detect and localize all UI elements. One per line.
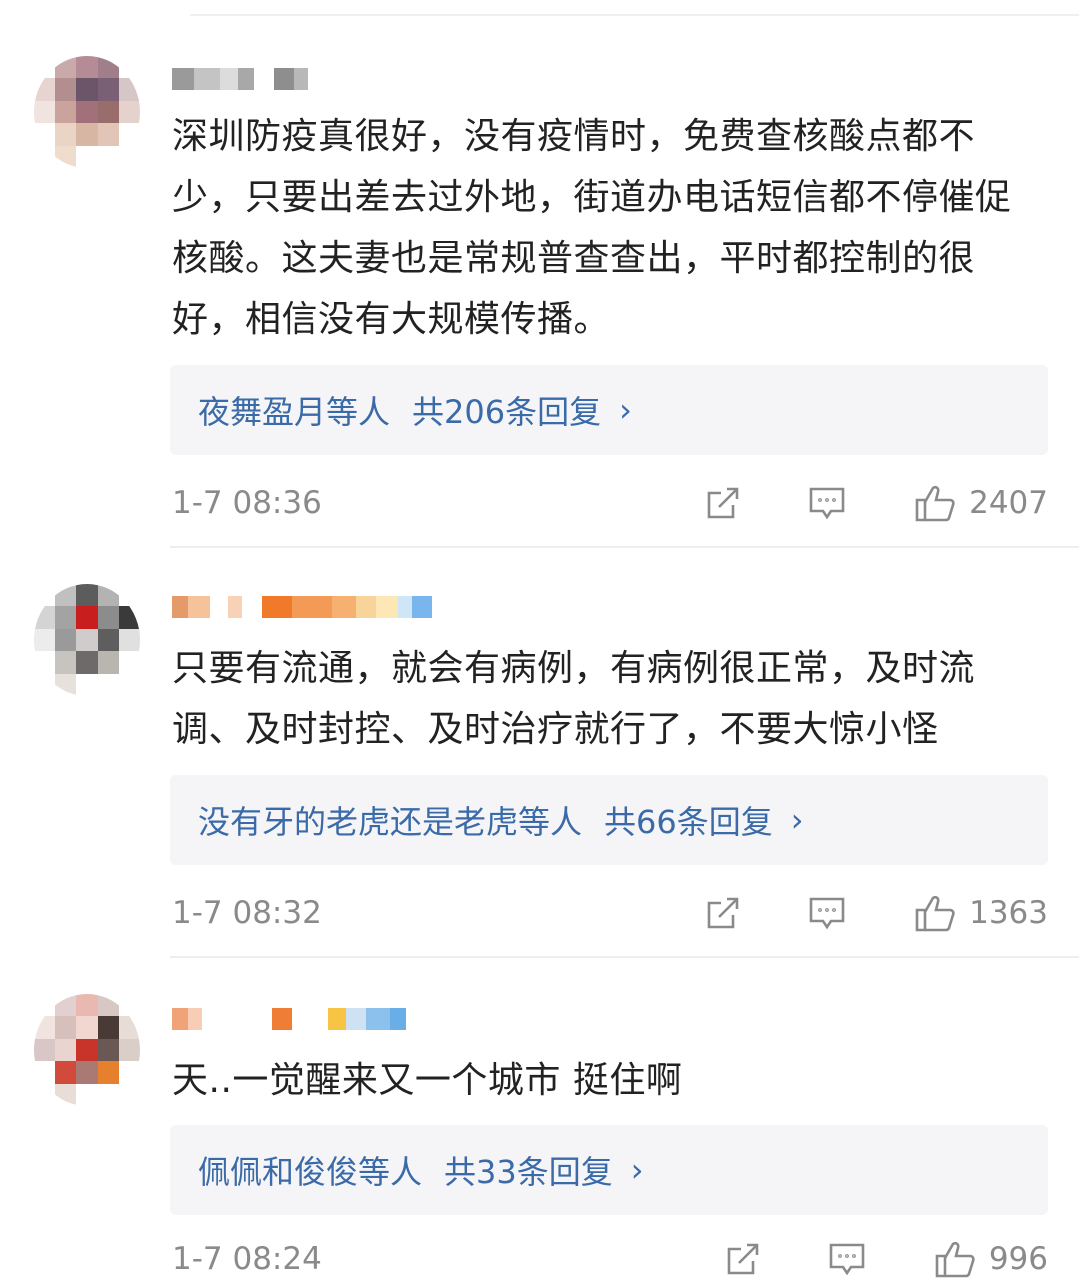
comment-meta: 1-7 08:24 996: [172, 1234, 1048, 1284]
reply-summary[interactable]: 佩佩和俊俊等人 共33条回复 ›: [170, 1125, 1048, 1215]
avatar[interactable]: [34, 56, 140, 168]
like-icon[interactable]: [933, 1238, 977, 1280]
comment-icon[interactable]: [807, 483, 847, 523]
chevron-right-icon: ›: [630, 1151, 644, 1189]
divider: [170, 956, 1079, 958]
reply-users[interactable]: 夜舞盈月等人: [198, 387, 390, 433]
divider: [170, 546, 1079, 548]
timestamp: 1-7 08:36: [172, 485, 322, 521]
like-count: 1363: [969, 895, 1048, 931]
comment-icon[interactable]: [807, 893, 847, 933]
reply-users[interactable]: 佩佩和俊俊等人: [198, 1147, 422, 1193]
comment-text: 天..一觉醒来又一个城市 挺住啊: [172, 1060, 683, 1101]
like-count: 996: [988, 1241, 1048, 1277]
reply-count[interactable]: 共33条回复: [444, 1147, 613, 1193]
comment-meta: 1-7 08:36 2407: [172, 478, 1048, 528]
username-redacted[interactable]: [172, 592, 432, 622]
avatar[interactable]: [34, 994, 140, 1106]
comment-text: 深圳防疫真很好，没有疫情时，免费查核酸点都不少，只要出差去过外地，街道办电话短信…: [172, 116, 1012, 340]
chevron-right-icon: ›: [790, 801, 804, 839]
reply-users[interactable]: 没有牙的老虎还是老虎等人: [198, 797, 582, 843]
avatar[interactable]: [34, 584, 140, 696]
top-divider: [190, 14, 1079, 16]
share-icon[interactable]: [703, 893, 743, 933]
comment-icon[interactable]: [827, 1239, 867, 1279]
username-redacted[interactable]: [172, 1004, 406, 1034]
like-count: 2407: [969, 485, 1048, 521]
share-icon[interactable]: [723, 1239, 763, 1279]
reply-summary[interactable]: 夜舞盈月等人 共206条回复 ›: [170, 365, 1048, 455]
comment-meta: 1-7 08:32 1363: [172, 888, 1048, 938]
like-icon[interactable]: [913, 892, 957, 934]
reply-count[interactable]: 共66条回复: [604, 797, 773, 843]
share-icon[interactable]: [703, 483, 743, 523]
username-redacted[interactable]: [172, 64, 308, 94]
timestamp: 1-7 08:24: [172, 1241, 322, 1277]
chevron-right-icon: ›: [619, 391, 632, 429]
timestamp: 1-7 08:32: [172, 895, 322, 931]
like-icon[interactable]: [913, 482, 957, 524]
comment-text: 只要有流通，就会有病例，有病例很正常，及时流调、及时封控、及时治疗就行了，不要大…: [172, 648, 976, 750]
reply-summary[interactable]: 没有牙的老虎还是老虎等人 共66条回复 ›: [170, 775, 1048, 865]
reply-count[interactable]: 共206条回复: [412, 387, 601, 433]
